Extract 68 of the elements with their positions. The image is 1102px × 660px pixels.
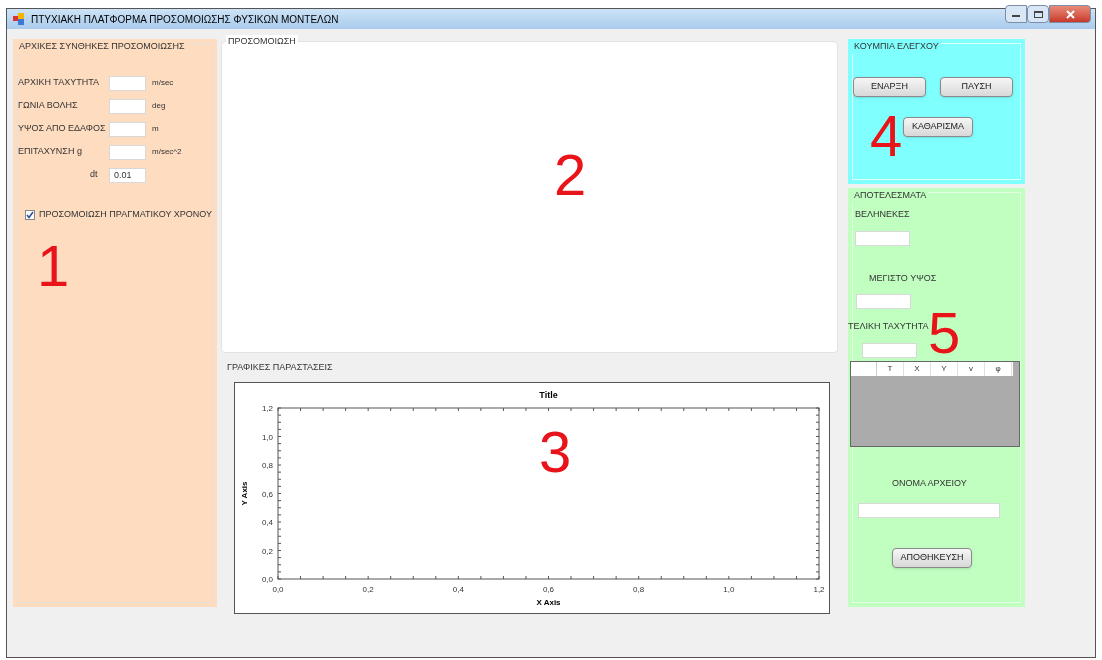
field-label: dt [90,168,99,182]
minimize-icon [1012,15,1020,17]
control-button[interactable]: ΕΝΑΡΞΗ [853,77,926,97]
input-field[interactable] [109,121,146,137]
minimize-button[interactable] [1005,5,1027,23]
x-tick-label: 0,8 [633,584,645,594]
realtime-checkbox[interactable]: ΠΡΟΣΟΜΟΙΩΣΗ ΠΡΑΓΜΑΤΙΚΟΥ ΧΡΟΝΟΥ [18,208,217,222]
group-title: ΑΡΧΙΚΕΣ ΣΥΝΘΗΚΕΣ ΠΡΟΣΟΜΟΙΩΣΗΣ [17,40,187,54]
result-label: ΒΕΛΗΝΕΚΕΣ [855,208,911,221]
x-tick-label: 1,0 [723,584,735,594]
unit-label: deg [152,100,166,112]
app-icon [13,13,25,25]
annotation-number: 2 [554,146,587,204]
y-tick-label: 0,0 [261,574,273,584]
input-field[interactable]: 0.01 [109,167,146,183]
chart-title: Title [539,389,558,400]
input-field[interactable] [109,98,146,114]
result-field[interactable] [856,294,911,309]
section-title: ΓΡΑΦΙΚΕΣ ΠΑΡΑΣΤΑΣΕΙΣ [226,361,334,374]
field-label: ΓΩΝΙΑ ΒΟΛΗΣ [18,99,79,113]
result-field[interactable] [855,230,910,246]
annotation-number: 4 [870,107,903,165]
y-tick-label: 0,8 [261,460,273,470]
column-header: Y [931,361,958,376]
close-icon [1065,9,1075,19]
input-field[interactable] [109,144,146,160]
filename-field[interactable] [858,503,1000,518]
x-axis-label: X Axis [536,597,561,607]
annotation-number: 3 [539,423,572,481]
column-header: T [877,361,904,376]
unit-label: m/sec [152,77,174,89]
column-header: v [958,361,985,376]
input-field[interactable] [109,75,146,91]
y-tick-label: 1,0 [261,432,273,441]
annotation-number: 5 [928,304,961,362]
x-tick-label: 0,2 [362,584,374,594]
unit-label: m/sec^2 [152,146,182,158]
column-header: X [904,361,931,376]
result-field[interactable] [862,342,917,358]
y-axis-label: Y Axis [240,481,249,505]
y-tick-label: 0,6 [261,489,273,498]
x-tick-label: 0,0 [272,584,284,594]
y-tick-label: 0,4 [261,517,273,527]
group-title: ΚΟΥΜΠΙΑ ΕΛΕΓΧΟΥ [852,40,941,54]
y-tick-label: 0,2 [261,546,273,555]
group-title: ΑΠΟΤΕΛΕΣΜΑΤΑ [852,189,929,203]
x-tick-label: 0,6 [542,584,555,594]
checkbox[interactable] [25,209,35,220]
column-header: φ [985,361,1012,376]
field-label: ΥΨΟΣ ΑΠΟ ΕΔΑΦΟΣ [18,122,107,136]
x-tick-label: 1,2 [813,584,825,594]
control-button[interactable]: ΚΑΘΑΡΙΣΜΑ [903,117,973,137]
field-label: ΑΡΧΙΚΗ ΤΑΧΥΤΗΤΑ [18,76,101,90]
result-label: ΤΕΛΙΚΗ ΤΑΧΥΤΗΤΑ [848,320,930,333]
maximize-icon [1033,10,1043,18]
field-label: ΟΝΟΜΑ ΑΡΧΕΙΟΥ [892,476,968,490]
y-tick-label: 1,2 [261,403,273,413]
field-label: ΕΠΙΤΑΧΥΝΣΗ g [18,145,83,159]
window-title: ΠΤΥΧΙΑΚΗ ΠΛΑΤΦΟΡΜΑ ΠΡΟΣΟΜΟΙΩΣΗΣ ΦΥΣΙΚΩΝ ΜΟΝΤΕΛΩΝ [31,12,339,27]
check-icon [26,210,34,219]
result-label: ΜΕΓΙΣΤΟ ΥΨΟΣ [869,271,938,285]
annotation-number: 1 [37,237,70,295]
unit-label: m [152,123,159,135]
maximize-button[interactable] [1027,5,1049,23]
close-button[interactable] [1049,5,1091,23]
x-tick-label: 0,4 [452,584,464,594]
save-button[interactable]: ΑΠΟΘΗΚΕΥΣΗ [892,548,972,568]
control-button[interactable]: ΠΑΥΣΗ [940,77,1013,97]
